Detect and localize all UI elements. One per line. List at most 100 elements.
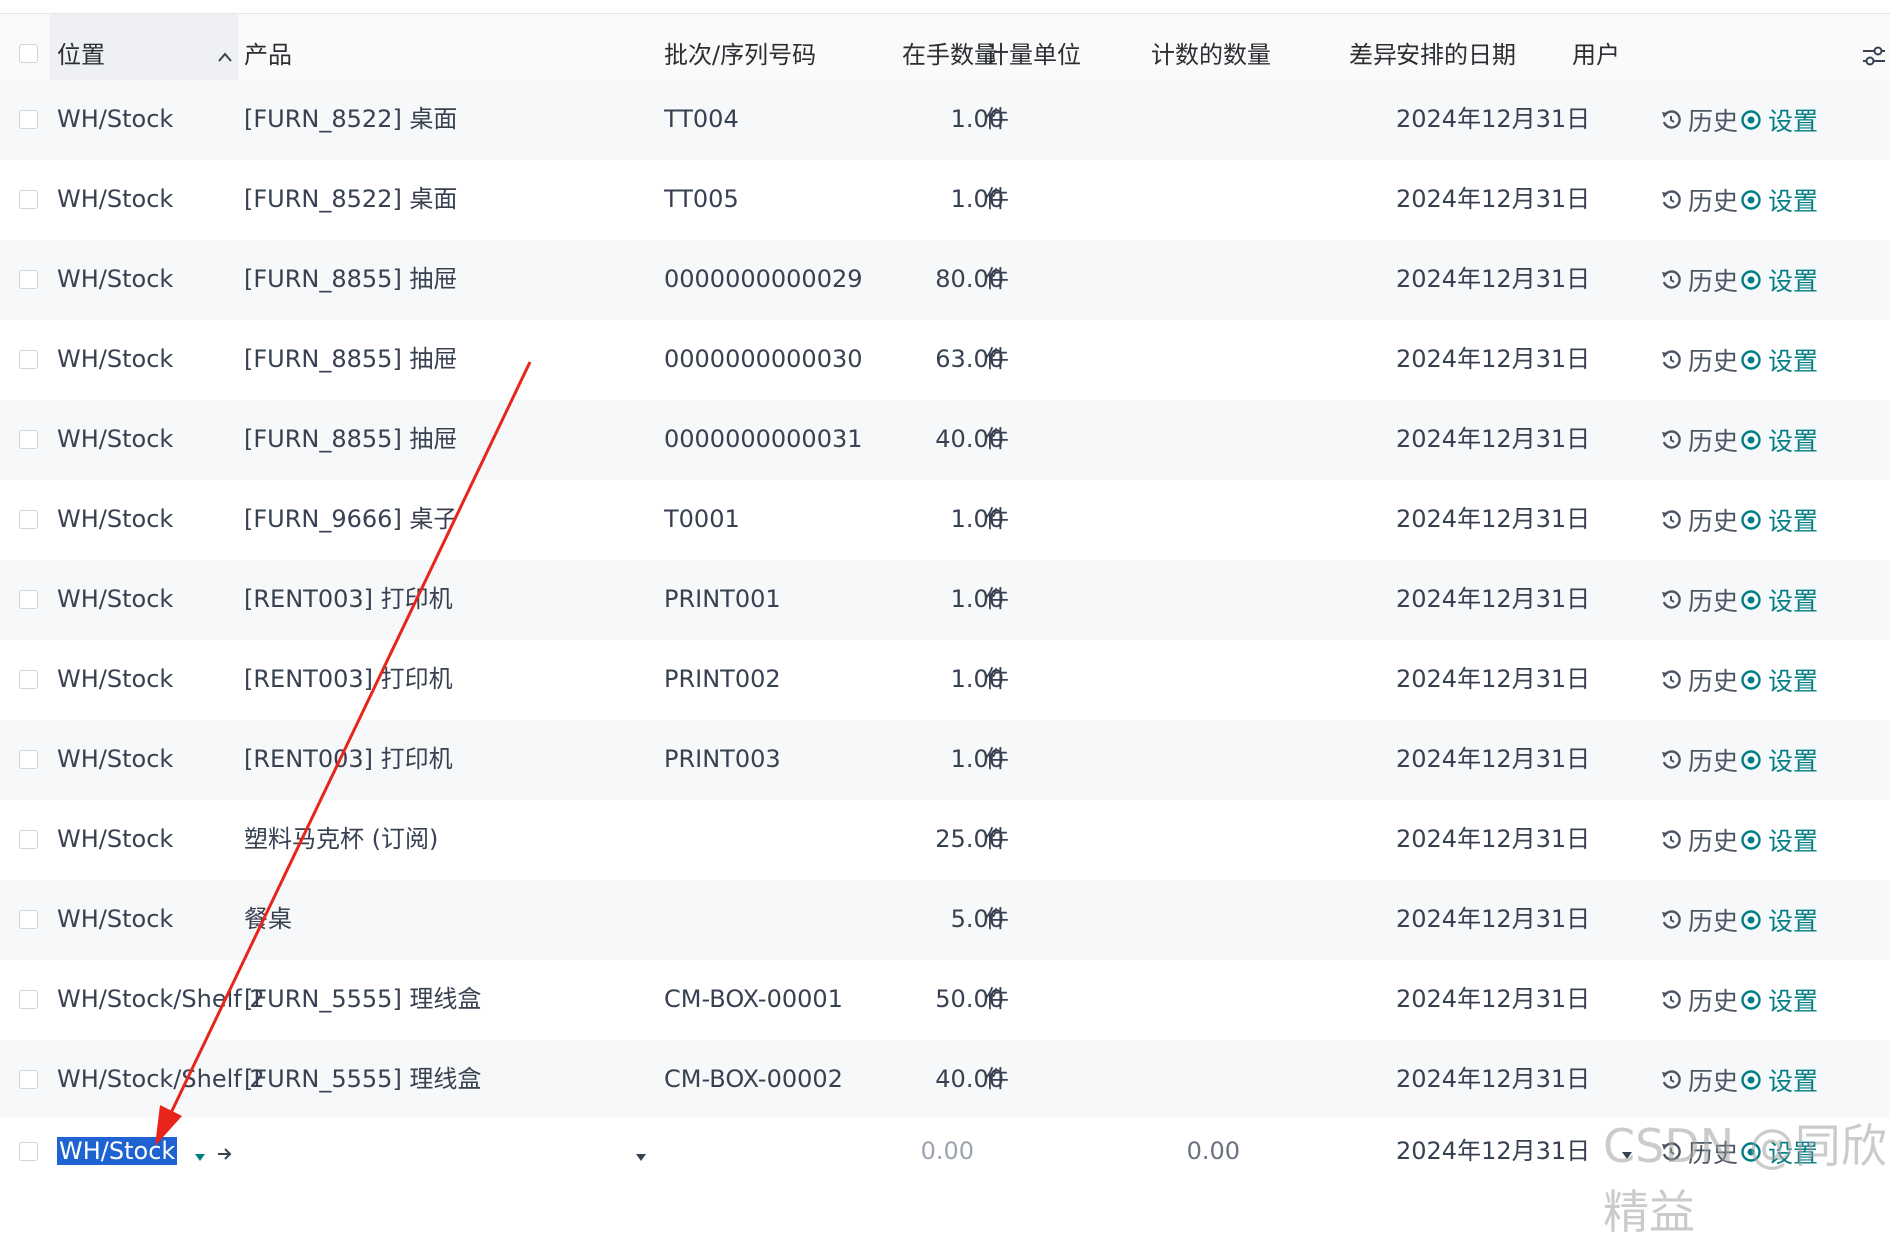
set-button[interactable]: 设置 [1740, 1062, 1818, 1098]
row-checkbox[interactable] [19, 110, 38, 129]
header-counted[interactable]: 计数的数量 [1151, 40, 1271, 70]
history-button[interactable]: 历史 [1660, 502, 1738, 538]
set-label: 设置 [1768, 507, 1819, 536]
cell-lot: 0000000000029 [664, 265, 863, 293]
target-icon [1741, 190, 1761, 210]
header-product[interactable]: 产品 [244, 40, 292, 70]
set-button[interactable]: 设置 [1740, 182, 1818, 218]
set-button[interactable]: 设置 [1740, 342, 1818, 378]
history-button[interactable]: 历史 [1660, 982, 1738, 1018]
table-row[interactable]: WH/Stock [FURN_8522] 桌面 TT004 1.00 件 2024年12月… [0, 80, 1890, 161]
row-checkbox[interactable] [19, 430, 38, 449]
table-row[interactable]: WH/Stock 塑料马克杯 (订阅) 25.00 件 2024年12月31日 历史 设置 [0, 800, 1890, 881]
header-uom[interactable]: 计量单位 [985, 40, 1081, 70]
cell-product: 餐桌 [244, 905, 292, 933]
table-row[interactable]: WH/Stock [FURN_8855] 抽屉 0000000000029 80.00… [0, 240, 1890, 321]
product-dropdown-caret-icon[interactable] [636, 1154, 646, 1162]
row-checkbox[interactable] [19, 350, 38, 369]
row-checkbox[interactable] [19, 190, 38, 209]
row-checkbox[interactable] [19, 990, 38, 1009]
cell-uom: 件 [985, 105, 1009, 133]
history-button[interactable]: 历史 [1660, 1062, 1738, 1098]
history-button[interactable]: 历史 [1660, 662, 1738, 698]
cell-date: 2024年12月31日 [1396, 185, 1591, 213]
cell-lot: 0000000000030 [664, 345, 863, 373]
cell-location: WH/Stock [57, 425, 174, 453]
cell-uom: 件 [985, 825, 1009, 853]
location-input[interactable]: WH/Stock [57, 1136, 178, 1166]
history-button[interactable]: 历史 [1660, 422, 1738, 458]
table-row[interactable]: WH/Stock/Shelf 2 [FURN_5555] 理线盒 CM-BOX-00… [0, 1040, 1890, 1121]
row-checkbox[interactable] [19, 270, 38, 289]
row-checkbox[interactable] [19, 830, 38, 849]
table-row[interactable]: WH/Stock [RENT003] 打印机 PRINT001 1.00 件 2024年1… [0, 560, 1890, 641]
set-label: 设置 [1768, 987, 1819, 1016]
history-label: 历史 [1688, 667, 1739, 696]
header-diff[interactable]: 差异 [1349, 40, 1397, 70]
watermark: CSDN @同欣精益 [1603, 1119, 1887, 1239]
history-button[interactable]: 历史 [1660, 102, 1738, 138]
set-label: 设置 [1768, 587, 1819, 616]
scheduled-date-input[interactable]: 2024年12月31日 [1396, 1136, 1590, 1166]
cell-uom: 件 [985, 665, 1009, 693]
row-checkbox[interactable] [19, 910, 38, 929]
chevron-up-icon[interactable] [218, 52, 232, 62]
cell-date: 2024年12月31日 [1396, 985, 1591, 1013]
set-button[interactable]: 设置 [1740, 982, 1818, 1018]
history-icon [1662, 430, 1681, 449]
history-label: 历史 [1688, 1067, 1739, 1096]
history-icon [1662, 510, 1681, 529]
cell-uom: 件 [985, 185, 1009, 213]
set-button[interactable]: 设置 [1740, 262, 1818, 298]
history-button[interactable]: 历史 [1660, 902, 1738, 938]
table-row[interactable]: WH/Stock [RENT003] 打印机 PRINT002 1.00 件 2024年1… [0, 640, 1890, 721]
set-button[interactable]: 设置 [1740, 502, 1818, 538]
header-lot[interactable]: 批次/序列号码 [664, 40, 816, 70]
table-row[interactable]: WH/Stock [RENT003] 打印机 PRINT003 1.00 件 2024年1… [0, 720, 1890, 801]
row-checkbox[interactable] [19, 1142, 38, 1161]
history-icon [1662, 750, 1681, 769]
history-button[interactable]: 历史 [1660, 742, 1738, 778]
header-onhand[interactable]: 在手数量 [902, 40, 998, 70]
sliders-icon[interactable] [1863, 44, 1885, 68]
table-row[interactable]: WH/Stock [FURN_8522] 桌面 TT005 1.00 件 2024年12月… [0, 160, 1890, 241]
set-button[interactable]: 设置 [1740, 822, 1818, 858]
history-button[interactable]: 历史 [1660, 822, 1738, 858]
set-button[interactable]: 设置 [1740, 662, 1818, 698]
row-checkbox[interactable] [19, 750, 38, 769]
history-label: 历史 [1688, 267, 1739, 296]
table-row[interactable]: WH/Stock [FURN_8855] 抽屉 0000000000030 63.00… [0, 320, 1890, 401]
table-row[interactable]: WH/Stock [FURN_8855] 抽屉 0000000000031 40.00… [0, 400, 1890, 481]
target-icon [1741, 910, 1761, 930]
counted-qty-input[interactable]: 0.00 [1130, 1136, 1240, 1166]
history-button[interactable]: 历史 [1660, 342, 1738, 378]
set-button[interactable]: 设置 [1740, 902, 1818, 938]
set-button[interactable]: 设置 [1740, 102, 1818, 138]
internal-link-arrow-icon[interactable] [217, 1146, 233, 1162]
cell-product: [FURN_8855] 抽屉 [244, 425, 458, 453]
set-button[interactable]: 设置 [1740, 742, 1818, 778]
table-row[interactable]: WH/Stock 餐桌 5.00 件 2024年12月31日 历史 设置 [0, 880, 1890, 961]
history-button[interactable]: 历史 [1660, 582, 1738, 618]
table-row[interactable]: WH/Stock/Shelf 2 [FURN_5555] 理线盒 CM-BOX-00… [0, 960, 1890, 1041]
cell-uom: 件 [985, 905, 1009, 933]
target-icon [1741, 510, 1761, 530]
row-checkbox[interactable] [19, 590, 38, 609]
history-button[interactable]: 历史 [1660, 182, 1738, 218]
row-checkbox[interactable] [19, 670, 38, 689]
select-all-checkbox[interactable] [19, 44, 38, 63]
history-button[interactable]: 历史 [1660, 262, 1738, 298]
cell-location: WH/Stock [57, 185, 174, 213]
set-button[interactable]: 设置 [1740, 582, 1818, 618]
history-icon [1662, 1070, 1681, 1089]
caret-down-icon[interactable] [195, 1154, 205, 1162]
row-checkbox[interactable] [19, 510, 38, 529]
row-checkbox[interactable] [19, 1070, 38, 1089]
set-button[interactable]: 设置 [1740, 422, 1818, 458]
header-user[interactable]: 用户 [1572, 40, 1620, 70]
header-location[interactable]: 位置 [57, 40, 105, 70]
table-row[interactable]: WH/Stock [FURN_9666] 桌子 T0001 1.00 件 2024年12月… [0, 480, 1890, 561]
cell-date: 2024年12月31日 [1396, 585, 1591, 613]
cell-product: [FURN_8522] 桌面 [244, 185, 458, 213]
header-date[interactable]: 安排的日期 [1396, 40, 1516, 70]
